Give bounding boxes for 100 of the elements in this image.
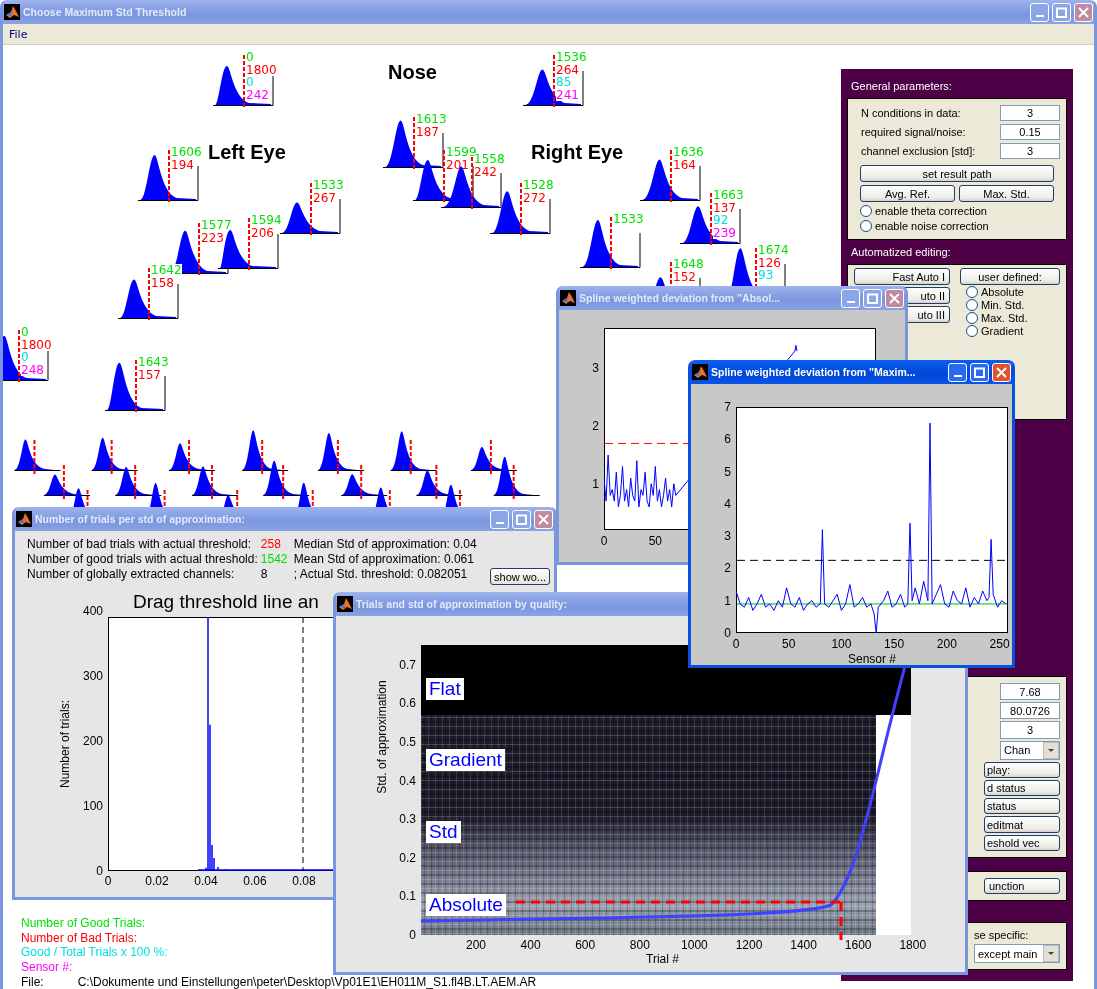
stat-label: Number of globally extracted channels: [27,567,236,582]
sensor-count: 1800 [246,63,277,76]
tick-label: 0.7 [399,657,416,672]
sensor-count: 1800 [21,338,52,351]
stat-count: 258 [260,537,282,552]
sensor-count: 1594 [251,214,282,227]
tick-label: 200 [466,938,486,952]
band-label: Gradient [426,749,505,771]
group-title: Automatized editing: [850,245,952,260]
file-label: File: [21,976,44,989]
tick-label: 0.3 [399,812,416,827]
tick-label: 300 [82,669,103,683]
region-label: Nose [388,61,437,84]
tick-label: 0 [732,637,740,651]
field-label: channel exclusion [std]: [861,145,976,157]
stat-label: Number of good trials with actual threshold: [27,552,258,567]
tick-label: 0.5 [399,735,416,749]
sensor-count: 1606 [171,146,202,159]
tick-label: 7 [724,400,731,414]
sensor-count: 0 [246,76,254,89]
sensor-count: 1533 [313,179,344,192]
sensor-count: 1558 [474,153,505,166]
tick-label: 200 [82,734,103,748]
axis-label: Std. of approximation [375,680,389,794]
region-label: Left Eye [208,141,286,164]
tick-label: 0 [409,928,416,942]
file-path: C:\Dokumente und Einstellungen\peter\Desktop\Vp01E1\EH011M_S1.fl4B.LT.AEM.AR [77,976,537,989]
radio-label: enable noise correction [875,220,989,232]
sensor-count: 0 [246,51,254,64]
radio-label: Min. Std. [981,299,1025,311]
tick-label: 150 [884,637,905,651]
tick-label: 0 [724,626,731,640]
sensor-count: 93 [758,269,774,282]
axis-label: Trial # [646,952,679,966]
band-label: Std [426,821,461,843]
tick-label: 1000 [681,938,708,952]
tick-label: 1200 [735,938,763,952]
axis-label: Sensor # [848,652,896,665]
sensor-count: 1642 [151,264,182,277]
tick-label: 0 [104,874,112,888]
field-label: required signal/noise: [861,126,966,138]
legend-label: Sensor #: [21,959,73,974]
tick-label: 3 [724,529,731,544]
radio-label: enable theta correction [875,205,987,217]
sensor-count: 1648 [673,258,704,271]
tick-label: 600 [575,938,596,952]
sensor-count: 1599 [446,146,477,159]
tick-label: 2 [724,561,731,576]
sensor-count: 1536 [556,51,587,64]
legend-label: Good / Total Trials x 100 %: [21,945,168,960]
tick-label: 0.6 [399,696,416,711]
tick-label: 200 [936,637,957,651]
sensor-count: 1643 [138,356,169,369]
sensor-count: 92 [713,214,729,227]
tick-label: 5 [724,464,731,479]
tick-label: 1800 [899,938,927,952]
band-label: Absolute [426,894,506,916]
radio-label: Max. Std. [981,312,1028,324]
tick-label: 1600 [844,938,872,952]
sensor-count: 1663 [713,189,744,202]
sensor-count: 242 [246,88,269,101]
tick-label: 0.1 [399,889,416,904]
tick-label: 1 [724,593,731,608]
tick-label: 1400 [790,938,817,952]
tick-label: 400 [520,938,541,952]
tick-label: 250 [989,637,1010,651]
tick-label: 100 [82,799,103,813]
tick-label: 0 [96,864,103,878]
sensor-count: 1577 [201,219,232,232]
tick-label: 2 [592,419,599,434]
window-title: Choose Maximum Std Threshold [23,6,187,18]
window-title: Trials and std of approximation by quality: [356,598,568,610]
tick-label: 0.04 [194,874,218,888]
tick-label: 50 [648,534,662,548]
sensor-count: 1674 [758,244,789,257]
axis-label: Number of trials: [58,700,72,788]
sensor-count: 1636 [673,146,704,159]
sensor-count: 1528 [523,179,554,192]
field-label: N conditions in data: [861,107,961,119]
tick-label: 0.06 [243,874,267,888]
band-label: Flat [426,678,464,700]
stat-label: Number of bad trials with actual threshold: [27,537,253,552]
stat-count: 8 [260,567,269,582]
window-title: Spline weighted deviation from "Absol... [579,292,780,304]
legend-label: Number of Good Trials: [21,916,146,931]
group-label: se specific: [974,929,1030,941]
chart-heading: Drag threshold line an [133,591,319,613]
tick-label: 0.4 [399,773,416,788]
tick-label: 4 [724,496,731,511]
stat-label: ; Actual Std. threshold: 0.082051 [293,567,469,582]
tick-label: 0.2 [399,850,416,865]
tick-label: 100 [831,637,852,651]
tick-label: 6 [724,432,731,447]
tick-label: 50 [782,637,796,651]
tick-label: 0.08 [292,874,316,888]
radio-label: Gradient [981,325,1024,337]
tick-label: 400 [82,604,103,618]
sensor-count: 0 [21,326,29,339]
sensor-count: 1533 [613,213,644,226]
tick-label: 800 [629,938,650,952]
